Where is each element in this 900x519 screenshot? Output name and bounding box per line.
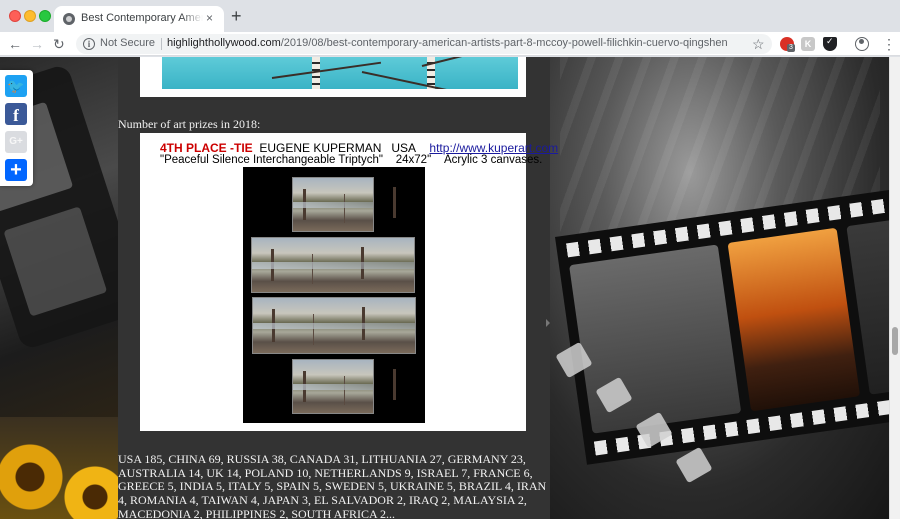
prize-place: 4TH PLACE -TIE (160, 141, 253, 155)
triptych-panel (251, 237, 415, 293)
tab-strip: Best Contemporary American Artists Part … (0, 0, 900, 32)
k-extension-icon[interactable]: K (801, 37, 815, 51)
address-divider (161, 38, 162, 50)
film-strip-decoration (555, 188, 900, 465)
tab-title: Best Contemporary American Artists Part … (81, 12, 203, 24)
triptych-panel (292, 359, 374, 414)
browser-toolbar: ← → ↻ i Not Secure highlighthollywood.co… (0, 32, 900, 56)
reload-icon[interactable]: ↻ (53, 35, 65, 53)
url-host: highlighthollywood.com (167, 37, 281, 49)
film-frame-city (727, 227, 861, 412)
globe-icon (63, 13, 75, 25)
forward-arrow-icon[interactable]: → (30, 35, 44, 53)
triptych-image (243, 167, 425, 423)
prize-image-box: 4TH PLACE -TIE EUGENE KUPERMAN USA http:… (140, 133, 558, 431)
branch (421, 57, 515, 67)
back-arrow-icon[interactable]: ← (8, 35, 22, 53)
prize-artist: EUGENE KUPERMAN (259, 141, 382, 155)
branch (361, 71, 451, 89)
triptych-panel (292, 177, 374, 232)
adblock-extension-icon[interactable]: 3 (780, 37, 795, 52)
close-window-button[interactable] (9, 10, 21, 22)
info-icon[interactable]: i (83, 38, 95, 50)
tab-close-icon[interactable]: × (206, 11, 213, 25)
article-content: Number of art prizes in 2018: 4TH PLACE … (118, 57, 558, 519)
artwork-size: 24x72" (395, 154, 432, 166)
sunflowers-decoration (0, 417, 118, 519)
facebook-share-button[interactable]: f (5, 103, 27, 125)
artwork-medium: Acrylic 3 canvases. (443, 154, 543, 166)
security-label[interactable]: Not Secure (100, 37, 155, 49)
prize-heading: 4TH PLACE -TIE EUGENE KUPERMAN USA http:… (160, 141, 558, 155)
address-bar[interactable]: i Not Secure highlighthollywood.com/2019… (76, 34, 772, 54)
artwork-image-top (140, 57, 526, 97)
fullscreen-window-button[interactable] (39, 10, 51, 22)
add-share-button[interactable]: + (5, 159, 27, 181)
tab-active[interactable]: Best Contemporary American Artists Part … (54, 6, 224, 32)
url-path: /2019/08/best-contemporary-american-arti… (280, 37, 727, 49)
prizes-label: Number of art prizes in 2018: (118, 117, 261, 131)
branch (271, 61, 382, 79)
menu-kebab-icon[interactable]: ⋮ (882, 35, 896, 53)
prize-description: "Peaceful Silence Interchangeable Tripty… (160, 154, 542, 166)
profile-icon[interactable] (855, 37, 869, 51)
vertical-scrollbar[interactable] (889, 57, 900, 519)
extension-badge: 3 (787, 44, 795, 52)
countries-prize-list: USA 185, CHINA 69, RUSSIA 38, CANADA 31,… (118, 452, 547, 519)
google-plus-share-button[interactable]: G+ (5, 131, 27, 153)
shield-extension-icon[interactable] (823, 36, 837, 51)
social-share-bar: 🐦 f G+ + (0, 70, 33, 186)
bookmark-star-icon[interactable]: ☆ (752, 35, 765, 53)
prize-country: USA (391, 141, 417, 155)
artwork-birch-painting (162, 57, 518, 89)
twitter-share-button[interactable]: 🐦 (5, 75, 27, 97)
artwork-title: "Peaceful Silence Interchangeable Tripty… (160, 154, 383, 166)
film-frame (569, 244, 742, 434)
scrollbar-thumb[interactable] (892, 327, 898, 355)
url-text[interactable]: highlighthollywood.com/2019/08/best-cont… (167, 37, 727, 49)
minimize-window-button[interactable] (24, 10, 36, 22)
page-viewport: Number of art prizes in 2018: 4TH PLACE … (0, 57, 900, 519)
artist-website-link[interactable]: http://www.kuperart.com (429, 141, 558, 155)
new-tab-button[interactable]: + (231, 7, 242, 25)
carousel-arrow-icon[interactable] (546, 319, 550, 327)
triptych-panel (252, 297, 416, 354)
